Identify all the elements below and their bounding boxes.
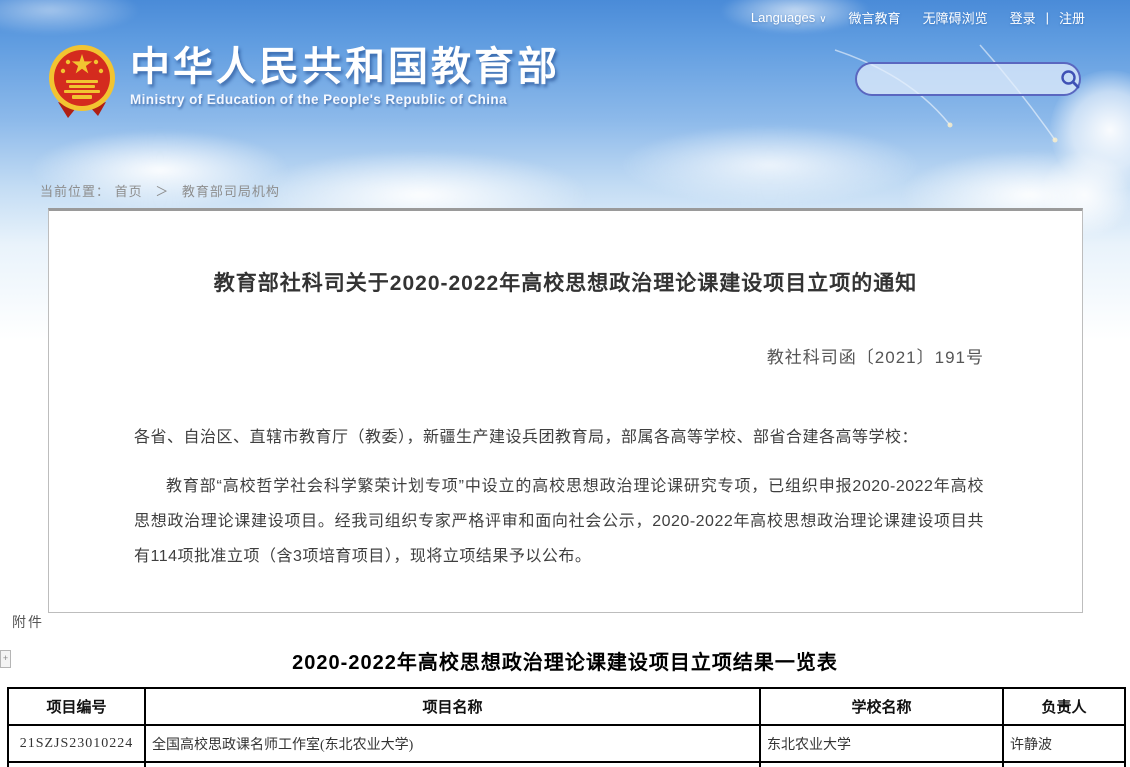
notice-paragraph: 教育部“高校哲学社会科学繁荣计划专项”中设立的高校思想政治理论课研究专项，已组织… [49, 469, 1082, 574]
languages-label: Languages [751, 10, 815, 25]
table-row: 21SZJS23010224 全国高校思政课名师工作室(东北农业大学) 东北农业… [8, 725, 1125, 762]
page: Languages ∨ 微言教育 无障碍浏览 登录 | 注册 [0, 0, 1130, 767]
weiyan-link[interactable]: 微言教育 [849, 8, 901, 27]
col-header-leader: 负责人 [1003, 688, 1125, 725]
cell-school-name: 东北农业大学 [760, 725, 1003, 762]
search-icon [1060, 69, 1080, 89]
cell-empty [760, 762, 1003, 767]
search-button[interactable] [1060, 64, 1080, 94]
col-header-project-code: 项目编号 [8, 688, 145, 725]
site-header: 中华人民共和国教育部 Ministry of Education of the … [48, 44, 560, 120]
languages-menu[interactable]: Languages ∨ [751, 10, 827, 25]
chevron-down-icon: ∨ [819, 14, 826, 25]
site-title: 中华人民共和国教育部 [130, 44, 560, 90]
top-utility-bar: Languages ∨ 微言教育 无障碍浏览 登录 | 注册 [751, 8, 1085, 27]
cell-project-code: 21SZJS23010224 [8, 725, 145, 762]
breadcrumb-prefix: 当前位置： [40, 184, 110, 199]
attachment-label: 附件 [12, 612, 44, 632]
breadcrumb-separator: ＞ [155, 184, 169, 199]
breadcrumb-home-link[interactable]: 首页 [115, 184, 143, 199]
cell-empty [1003, 762, 1125, 767]
notice-doc-number: 教社科司函〔2021〕191号 [49, 343, 1082, 368]
cell-project-name: 全国高校思政课名师工作室(东北农业大学) [145, 725, 760, 762]
results-table-title: 2020-2022年高校思想政治理论课建设项目立项结果一览表 [0, 646, 1130, 675]
login-link[interactable]: 登录 [1010, 8, 1036, 27]
notice-panel: 教育部社科司关于2020-2022年高校思想政治理论课建设项目立项的通知 教社科… [48, 208, 1083, 613]
notice-salutation: 各省、自治区、直辖市教育厅（教委），新疆生产建设兵团教育局，部属各高等学校、部省… [49, 423, 1082, 447]
cell-empty [145, 762, 760, 767]
national-emblem-logo[interactable] [48, 44, 116, 120]
breadcrumb-current-link[interactable]: 教育部司局机构 [182, 184, 280, 199]
col-header-school-name: 学校名称 [760, 688, 1003, 725]
cell-leader: 许静波 [1003, 725, 1125, 762]
accessibility-link[interactable]: 无障碍浏览 [923, 8, 988, 27]
results-table: 项目编号 项目名称 学校名称 负责人 21SZJS23010224 全国高校思政… [7, 687, 1126, 767]
table-row-partial [8, 762, 1125, 767]
site-subtitle: Ministry of Education of the People's Re… [130, 92, 560, 107]
register-link[interactable]: 注册 [1059, 8, 1085, 27]
col-header-project-name: 项目名称 [145, 688, 760, 725]
search-input[interactable] [857, 64, 1060, 94]
notice-title: 教育部社科司关于2020-2022年高校思想政治理论课建设项目立项的通知 [49, 267, 1082, 297]
auth-divider: | [1046, 10, 1049, 25]
dandelion-seeds-decoration [830, 30, 1090, 170]
breadcrumb: 当前位置： 首页 ＞ 教育部司局机构 [40, 181, 280, 200]
table-header-row: 项目编号 项目名称 学校名称 负责人 [8, 688, 1125, 725]
search-box [855, 62, 1081, 96]
cell-empty [8, 762, 145, 767]
